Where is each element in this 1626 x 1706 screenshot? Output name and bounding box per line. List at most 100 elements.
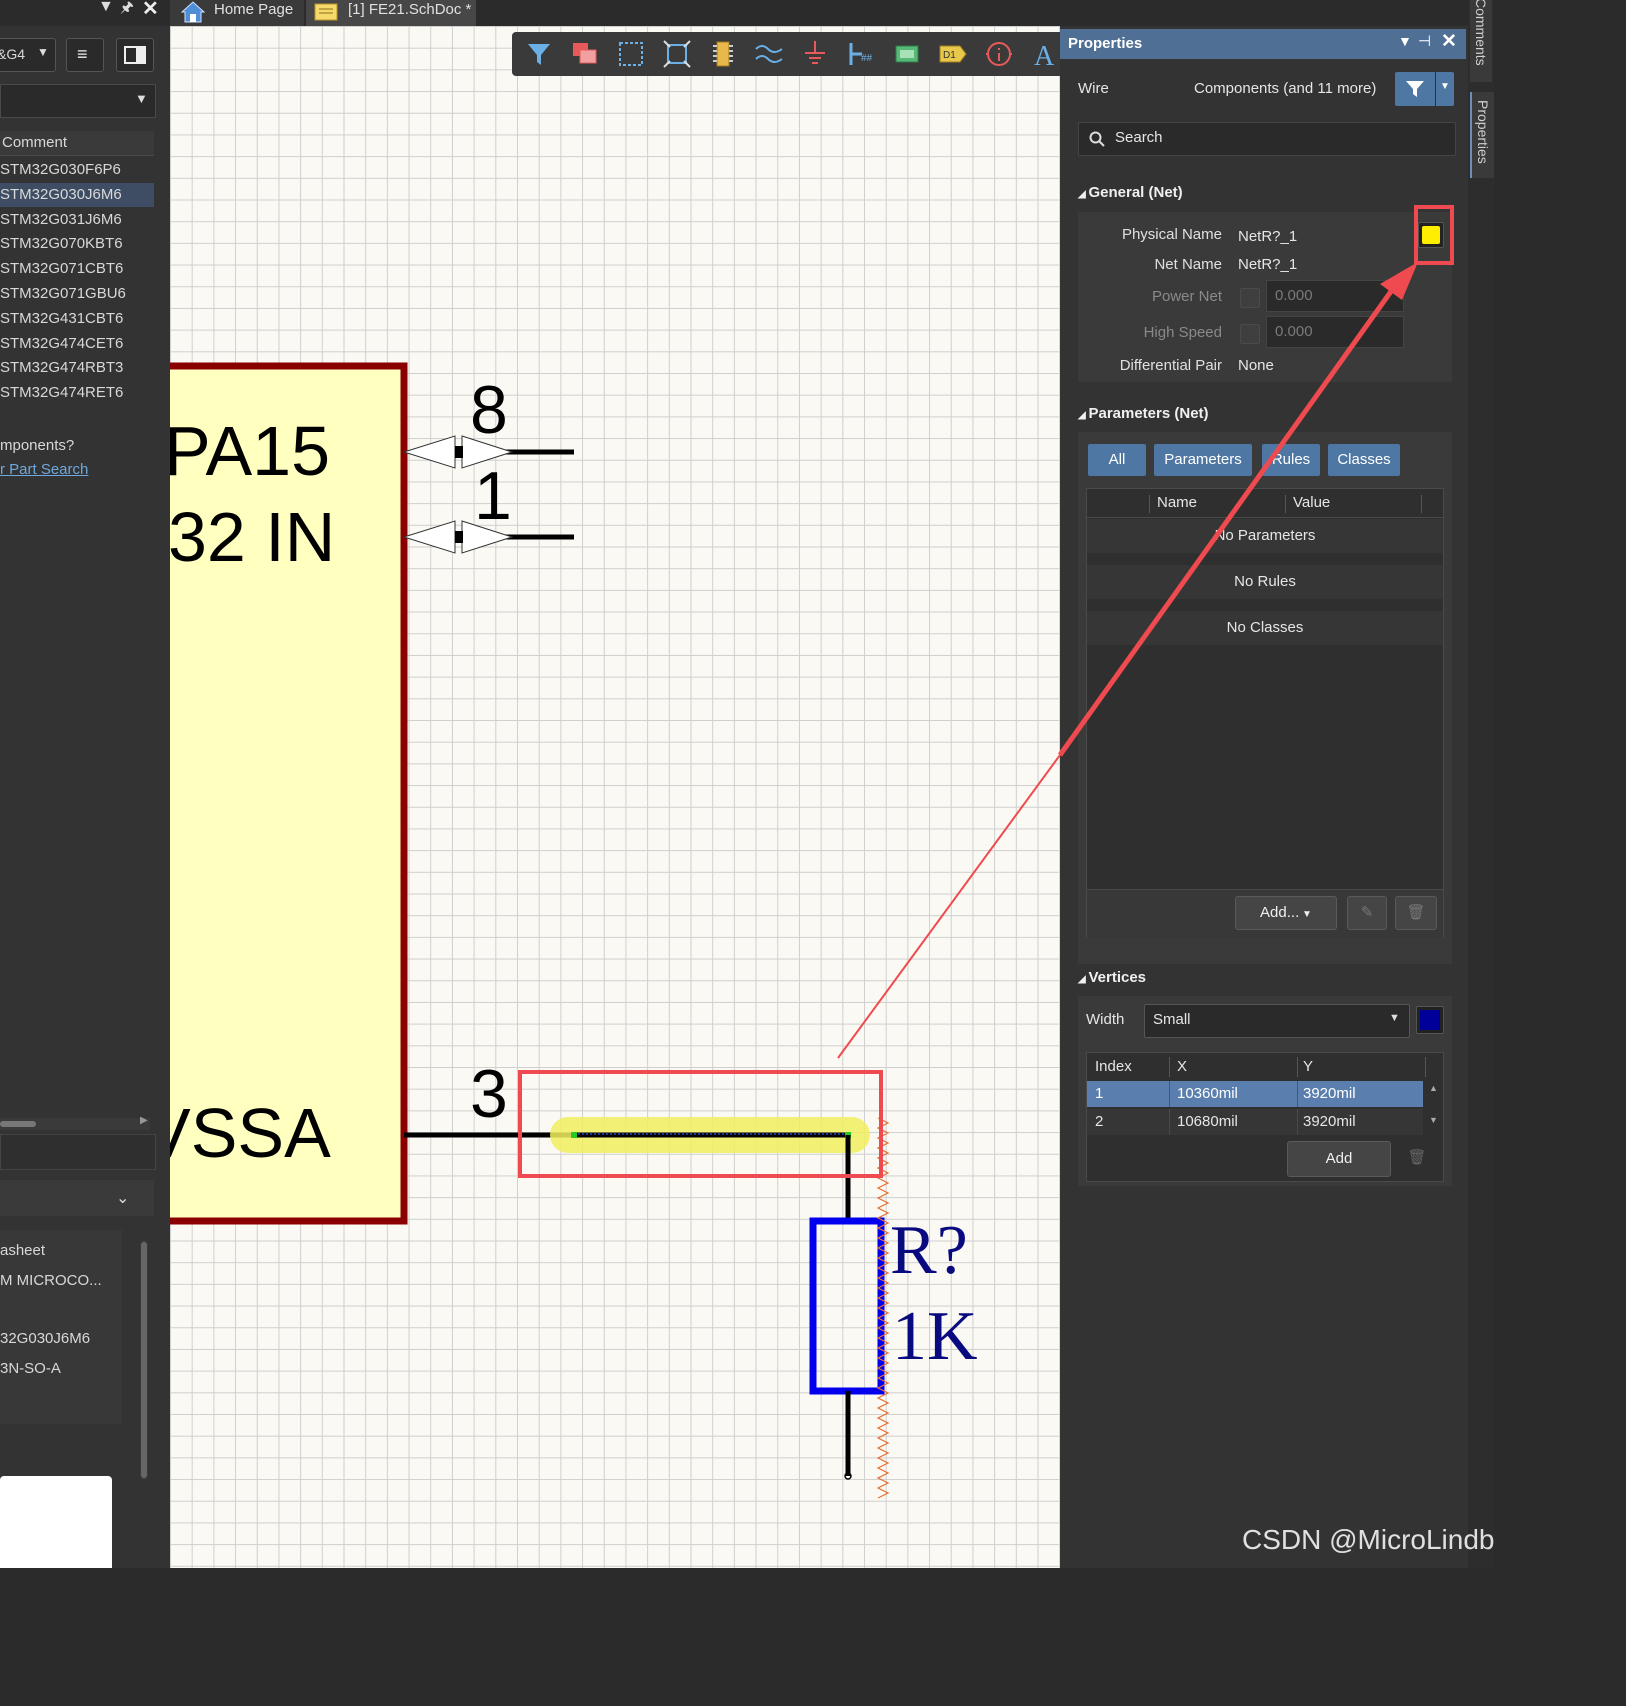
tab-comments[interactable]: Comments — [1470, 0, 1492, 82]
filter-dropdown[interactable]: ▼ — [0, 84, 156, 118]
filter-dropdown-button[interactable]: ▼ — [1436, 72, 1454, 106]
parameters-table: Name Value No Parameters No Rules No Cla… — [1086, 488, 1444, 938]
scroll-right-icon[interactable]: ▶ — [140, 1115, 148, 1126]
library-dropdown[interactable]: &G4 ▼ — [0, 38, 56, 72]
net-color-swatch[interactable] — [1418, 222, 1444, 248]
details-header[interactable]: ⌄ — [0, 1180, 154, 1216]
vertical-scrollbar[interactable] — [140, 1240, 148, 1480]
part-search-link[interactable]: r Part Search — [0, 461, 88, 478]
component-list-item[interactable]: STM32G474CET6 — [0, 332, 154, 356]
filter-classes-button[interactable]: Classes — [1328, 444, 1400, 476]
panel-toggle-button[interactable] — [116, 38, 154, 72]
vertices-table: Index X Y 1 10360mil 3920mil 2 10680mil … — [1086, 1052, 1444, 1182]
vertices-table-header: Index X Y — [1087, 1053, 1443, 1081]
filter-parameters-button[interactable]: Parameters — [1154, 444, 1252, 476]
chevron-down-icon: ▼ — [1389, 1012, 1400, 1024]
wire-color-swatch[interactable] — [1416, 1006, 1444, 1034]
section-general-net[interactable]: ◢ General (Net) — [1078, 184, 1183, 201]
pin-icon[interactable]: 🖈 — [120, 0, 134, 22]
close-icon[interactable]: ✕ — [142, 0, 159, 21]
tab-schdoc[interactable]: [1] FE21.SchDoc * — [306, 0, 476, 26]
search-placeholder: Search — [1115, 129, 1163, 146]
detail-item: 32G030J6M6 — [0, 1330, 91, 1347]
component-list-item[interactable]: STM32G031J6M6 — [0, 208, 154, 232]
name-column-header[interactable]: Name — [1157, 494, 1197, 511]
no-classes-row: No Classes — [1087, 611, 1443, 645]
search-box[interactable] — [0, 1134, 156, 1170]
high-speed-checkbox[interactable] — [1240, 324, 1260, 344]
component-list-item[interactable]: STM32G071CBT6 — [0, 257, 154, 281]
add-vertex-button[interactable]: Add — [1287, 1141, 1391, 1177]
properties-panel: Properties ▼ ⊣ ✕ Wire Components (and 11… — [1060, 26, 1468, 1568]
resistor-designator[interactable]: R? — [890, 1216, 968, 1286]
tab-label: Home Page — [214, 1, 294, 18]
index-column-header[interactable]: Index — [1095, 1058, 1132, 1075]
panel-title: Properties — [1068, 35, 1143, 52]
component-list-item[interactable]: STM32G474RBT3 — [0, 356, 154, 380]
detail-item: asheet — [0, 1242, 46, 1259]
tab-home-page[interactable]: Home Page — [170, 0, 304, 26]
delete-icon[interactable]: 🗑 — [1395, 896, 1437, 930]
section-vertices[interactable]: ◢ Vertices — [1078, 969, 1146, 986]
close-icon[interactable]: ✕ — [1441, 30, 1457, 53]
vertex-row[interactable]: 2 10680mil 3920mil — [1087, 1109, 1423, 1135]
preview-area — [0, 1476, 112, 1568]
collapse-icon[interactable]: ⌄ — [116, 1188, 129, 1208]
add-parameter-button[interactable]: Add... ▼ — [1235, 896, 1337, 930]
filter-all-button[interactable]: All — [1088, 444, 1146, 476]
side-tabs-strip: Comments Properties — [1468, 0, 1494, 1568]
menu-button[interactable]: ≡ — [66, 38, 104, 72]
menu-down-icon[interactable]: ▼ — [1398, 33, 1412, 49]
properties-header: Properties ▼ ⊣ ✕ — [1060, 29, 1466, 59]
component-list-item[interactable]: STM32G431CBT6 — [0, 307, 154, 331]
component-list-item[interactable]: STM32G474RET6 — [0, 381, 154, 405]
pin-number-label: 1 — [474, 458, 512, 534]
pin-icon[interactable]: ⊣ — [1418, 32, 1431, 50]
component-list-item[interactable]: STM32G030J6M6 — [0, 182, 154, 207]
delete-icon[interactable]: 🗑 — [1399, 1141, 1435, 1175]
wire-vertex-handle[interactable] — [571, 1132, 577, 1138]
differential-pair-value: None — [1238, 357, 1274, 374]
schematic-canvas[interactable]: ## D1 A 8 1 3 PA15 32 IN SSA R? 1K — [170, 26, 1060, 1568]
scroll-up-icon[interactable]: ▲ — [1429, 1083, 1438, 1093]
mcu-component-body[interactable] — [170, 362, 408, 1225]
value-column-header[interactable]: Value — [1293, 494, 1330, 511]
horizontal-scrollbar[interactable]: ▶ — [0, 1115, 150, 1130]
power-net-checkbox[interactable] — [1240, 288, 1260, 308]
parameters-footer: Add... ▼ ✎ 🗑 — [1087, 889, 1443, 938]
chevron-down-icon: ▼ — [1440, 81, 1450, 92]
pin-number-label: 8 — [470, 372, 508, 448]
component-list-item[interactable]: STM32G071GBU6 — [0, 282, 154, 306]
scrollbar-thumb[interactable] — [141, 1242, 147, 1478]
power-net-input[interactable]: 0.000 — [1266, 280, 1404, 312]
detail-item: 3N-SO-A — [0, 1360, 61, 1377]
section-parameters-net[interactable]: ◢ Parameters (Net) — [1078, 405, 1209, 422]
comment-column-header[interactable]: Comment — [0, 131, 154, 156]
filter-rules-button[interactable]: Rules — [1262, 444, 1320, 476]
width-select[interactable]: Small ▼ — [1144, 1004, 1410, 1038]
search-input[interactable]: Search — [1078, 122, 1456, 156]
object-type-label: Wire — [1078, 80, 1109, 97]
resistor-body[interactable] — [809, 1217, 885, 1395]
no-rules-row: No Rules — [1087, 565, 1443, 599]
differential-pair-label: Differential Pair — [1119, 357, 1222, 374]
detail-item: M MICROCO... — [0, 1272, 102, 1289]
high-speed-label: High Speed — [1143, 324, 1222, 341]
selection-filter-button[interactable] — [1395, 72, 1435, 106]
x-column-header[interactable]: X — [1177, 1058, 1187, 1075]
tab-properties[interactable]: Properties — [1470, 92, 1494, 178]
scrollbar-thumb[interactable] — [0, 1121, 36, 1127]
pin-name-label: VSSA — [170, 1094, 331, 1172]
y-column-header[interactable]: Y — [1303, 1058, 1313, 1075]
scroll-down-icon[interactable]: ▼ — [1429, 1115, 1438, 1125]
component-list-item[interactable]: STM32G070KBT6 — [0, 232, 154, 256]
width-label: Width — [1086, 1011, 1125, 1028]
resistor-value[interactable]: 1K — [892, 1302, 978, 1372]
selection-filter-text[interactable]: Components (and 11 more) — [1194, 80, 1376, 97]
vertex-row[interactable]: 1 10360mil 3920mil — [1087, 1081, 1423, 1107]
high-speed-input[interactable]: 0.000 — [1266, 316, 1404, 348]
edit-icon[interactable]: ✎ — [1347, 896, 1387, 930]
component-list-item[interactable]: STM32G030F6P6 — [0, 158, 154, 182]
menu-down-icon[interactable]: ▼ — [98, 0, 114, 16]
wire-color-fill — [1420, 1010, 1440, 1030]
